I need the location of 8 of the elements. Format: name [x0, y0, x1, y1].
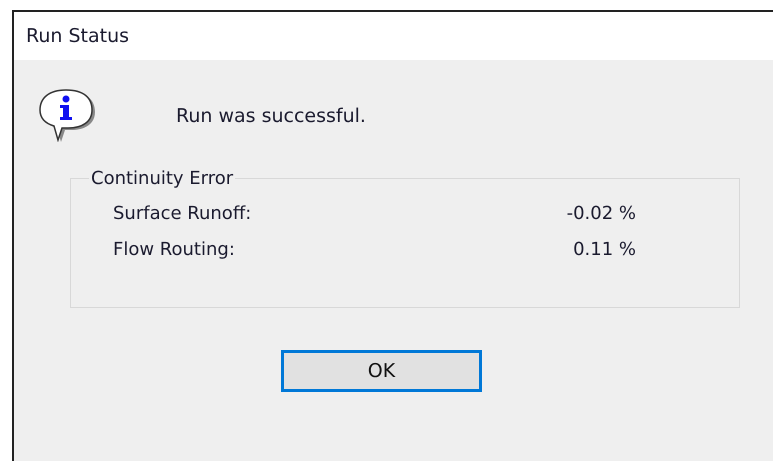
status-message: Run was successful.: [176, 105, 366, 127]
field-value: 0.11 %: [572, 238, 636, 260]
window-title: Run Status: [26, 25, 130, 47]
field-label: Flow Routing:: [113, 238, 236, 260]
field-label: Surface Runoff:: [113, 202, 252, 224]
ok-button[interactable]: OK: [281, 350, 482, 392]
field-value: -0.02 %: [566, 202, 636, 224]
group-title: Continuity Error: [90, 168, 234, 189]
